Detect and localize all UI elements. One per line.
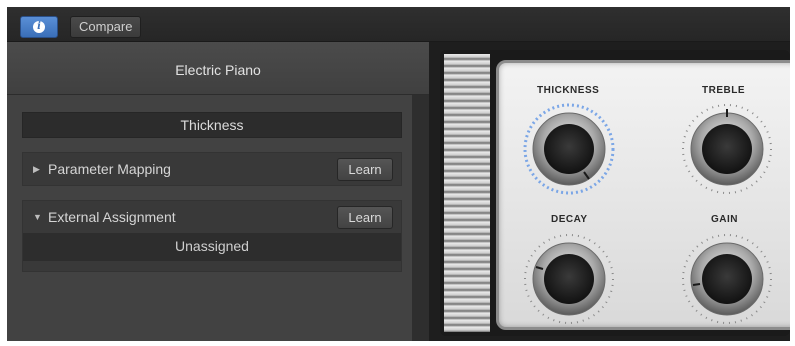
thickness-knob[interactable] [521,99,617,195]
disclosure-right-icon[interactable]: ▶ [33,164,40,175]
control-faceplate: THICKNESS TREBLE DECAY GAIN [496,60,790,330]
parameter-name: Thickness [180,117,244,133]
external-assignment-header[interactable]: ▼ External Assignment Learn [23,201,401,233]
info-button[interactable]: i [20,16,58,38]
panel-header: Electric Piano [7,42,429,95]
knob-label-gain: GAIN [711,214,738,225]
disclosure-down-icon[interactable]: ▼ [33,212,42,222]
electric-piano-plugin: THICKNESS TREBLE DECAY GAIN [440,50,790,336]
external-assignment-learn-button[interactable]: Learn [337,206,393,229]
speaker-grille [444,54,490,332]
parameter-mapping-section: ▶ Parameter Mapping Learn [22,152,402,186]
compare-button[interactable]: Compare [70,16,142,38]
plugin-area: THICKNESS TREBLE DECAY GAIN [429,42,790,341]
parameter-name-field: Thickness [22,112,402,138]
treble-knob[interactable] [679,99,775,195]
toolbar: i Compare [7,7,790,42]
gain-knob[interactable] [679,229,775,325]
inspector-panel: Electric Piano Thickness ▶ Parameter Map… [7,42,429,341]
assignment-value: Unassigned [23,233,401,261]
knob-label-thickness: THICKNESS [537,85,600,96]
knob-label-decay: DECAY [551,214,588,225]
window: i Compare Electric Piano Thickness ▶ Par… [7,7,790,341]
parameter-mapping-header[interactable]: ▶ Parameter Mapping Learn [23,153,401,185]
parameter-mapping-label: Parameter Mapping [48,161,171,177]
panel-title: Electric Piano [175,62,261,78]
decay-knob[interactable] [521,229,617,325]
external-assignment-label: External Assignment [48,209,176,225]
knob-label-treble: TREBLE [702,85,745,96]
parameter-mapping-learn-button[interactable]: Learn [337,158,393,181]
info-icon: i [33,21,45,33]
external-assignment-section: ▼ External Assignment Learn Unassigned [22,200,402,272]
scrollbar[interactable] [412,95,429,341]
